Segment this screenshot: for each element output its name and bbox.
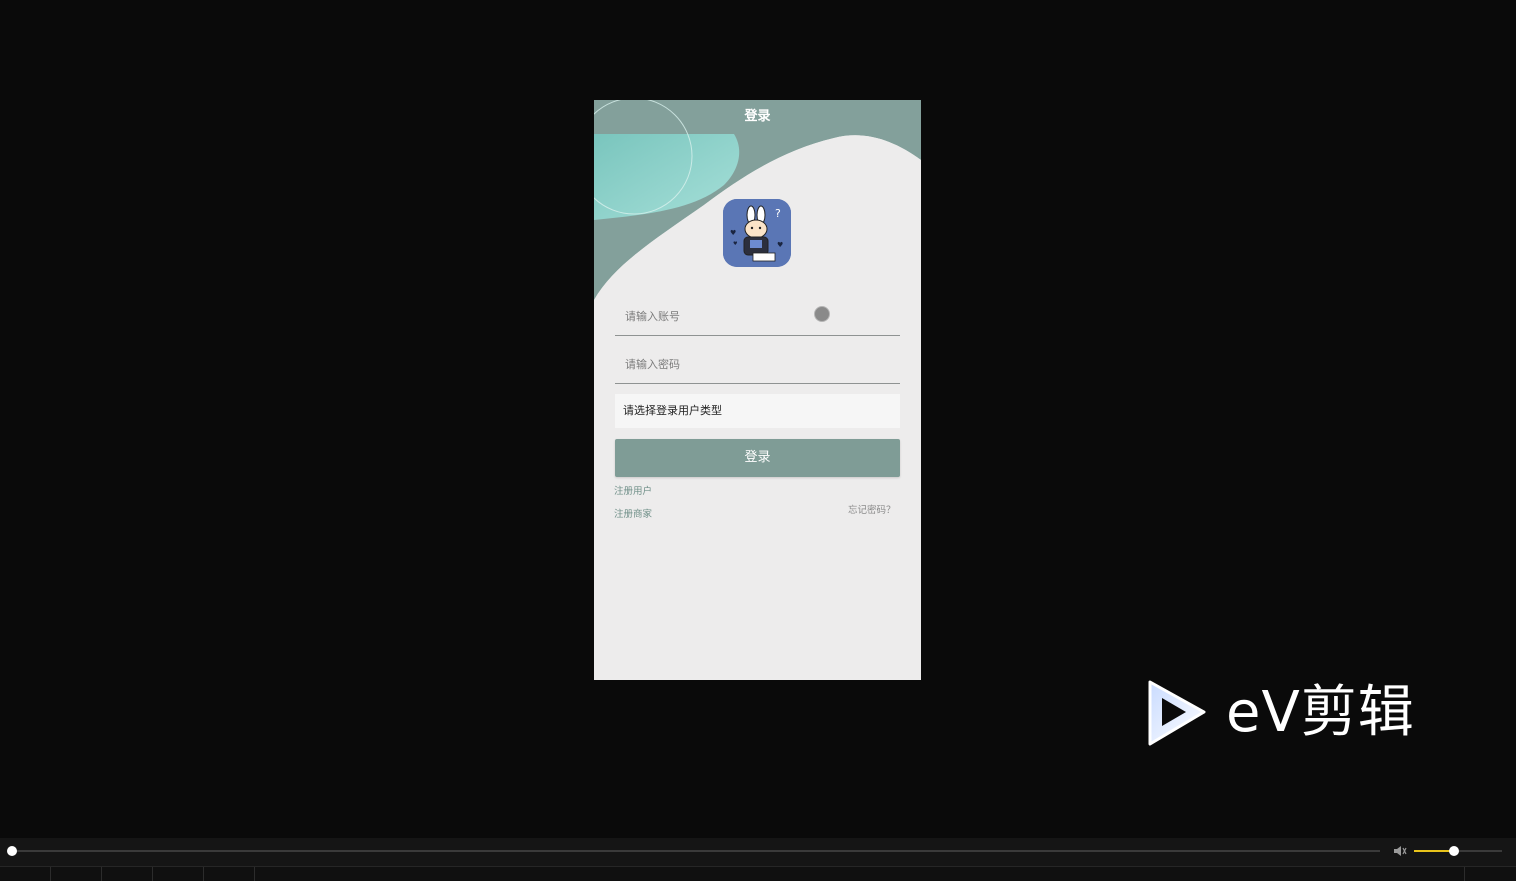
bottom-toolbar <box>0 866 1516 881</box>
password-input[interactable] <box>615 345 900 383</box>
seek-handle[interactable] <box>7 846 17 856</box>
page-title: 登录 <box>744 109 771 124</box>
toolbar-cell <box>153 867 204 881</box>
volume-fill <box>1414 850 1454 852</box>
login-button[interactable]: 登录 <box>615 439 900 477</box>
play-triangle-icon <box>1148 680 1206 746</box>
password-field[interactable] <box>615 345 900 384</box>
toolbar-cell <box>204 867 255 881</box>
watermark: eV剪辑 <box>1144 678 1444 748</box>
user-type-select[interactable]: 请选择登录用户类型 <box>615 394 900 428</box>
seek-bar[interactable] <box>12 850 1380 852</box>
account-input[interactable] <box>615 297 900 335</box>
login-screen: 登录 ? ♥ ♥ ♥ 请输入账号 请选择登录用户类型 登录 注册用户 注册商家 … <box>594 100 921 680</box>
player-controls <box>0 838 1516 881</box>
toolbar-cell <box>1464 867 1465 881</box>
register-user-link[interactable]: 注册用户 <box>614 483 652 497</box>
svg-text:♥: ♥ <box>730 229 736 237</box>
toolbar-cell <box>51 867 102 881</box>
toolbar-cell <box>0 867 51 881</box>
mouse-cursor-indicator <box>814 306 830 322</box>
svg-text:♥: ♥ <box>777 241 783 249</box>
forgot-password-link[interactable]: 忘记密码？ <box>848 502 896 516</box>
watermark-text: eV剪辑 <box>1226 680 1415 745</box>
toolbar-cell <box>102 867 153 881</box>
bunny-avatar-icon: ? ♥ ♥ ♥ <box>723 199 791 267</box>
svg-text:♥: ♥ <box>733 241 738 247</box>
account-field[interactable] <box>615 297 900 336</box>
register-merchant-link[interactable]: 注册商家 <box>614 506 652 520</box>
volume-handle[interactable] <box>1448 846 1459 856</box>
svg-text:?: ? <box>775 207 781 220</box>
video-stage: 登录 ? ♥ ♥ ♥ 请输入账号 请选择登录用户类型 登录 注册用户 注册商家 … <box>0 0 1516 816</box>
speaker-icon[interactable] <box>1392 843 1408 859</box>
